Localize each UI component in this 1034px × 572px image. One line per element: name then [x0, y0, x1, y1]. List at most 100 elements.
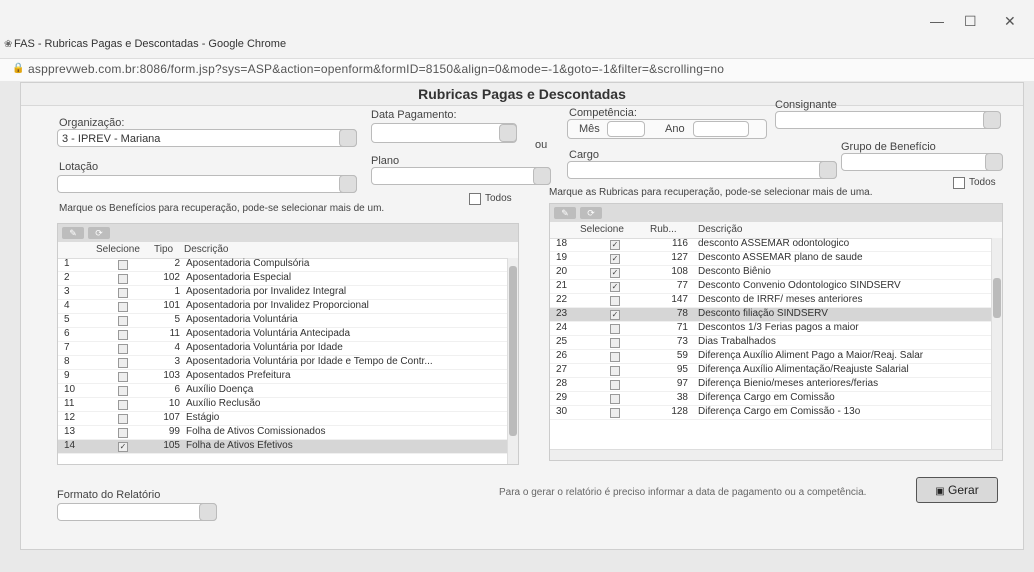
row-checkbox[interactable] [118, 344, 128, 354]
col-rub[interactable]: Rub... [650, 224, 677, 235]
formato-select[interactable] [57, 503, 217, 521]
plano-dropdown-icon[interactable] [533, 167, 551, 185]
todos-rubricas-checkbox[interactable] [953, 177, 965, 189]
row-checkbox[interactable] [610, 408, 620, 418]
table-row[interactable]: 24 71 Descontos 1/3 Ferias pagos a maior [550, 322, 1002, 336]
col-selecione[interactable]: Selecione [580, 224, 624, 235]
grupo-beneficio-select[interactable] [841, 153, 1001, 171]
vertical-scrollbar[interactable] [991, 238, 1002, 450]
row-number: 26 [556, 350, 568, 361]
table-row[interactable]: 10 6 Auxílio Doença [58, 384, 518, 398]
competencia-label: Competência: [569, 107, 637, 119]
plano-select[interactable] [371, 167, 551, 185]
organizacao-dropdown-icon[interactable] [339, 129, 357, 147]
row-checkbox[interactable] [118, 358, 128, 368]
lotacao-select[interactable] [57, 175, 357, 193]
todos-beneficios-checkbox[interactable] [469, 193, 481, 205]
row-code: 11 [169, 328, 180, 339]
lotacao-dropdown-icon[interactable] [339, 175, 357, 193]
table-row[interactable]: 26 59 Diferença Auxílio Aliment Pago a Mai… [550, 350, 1002, 364]
row-checkbox[interactable] [118, 260, 128, 270]
data-pagamento-field[interactable] [371, 123, 517, 143]
table-row[interactable]: 19 ✓ 127 Desconto ASSEMAR plano de saude [550, 252, 1002, 266]
row-checkbox[interactable] [118, 428, 128, 438]
table-row[interactable]: 8 3 Aposentadoria Voluntária por Idade e T… [58, 356, 518, 370]
table-row[interactable]: 22 147 Desconto de IRRF/ meses anteriores [550, 294, 1002, 308]
row-checkbox[interactable]: ✓ [118, 442, 128, 452]
table-row[interactable]: 12 107 Estágio [58, 412, 518, 426]
col-descricao[interactable]: Descrição [698, 224, 742, 235]
table-row[interactable]: 1 2 Aposentadoria Compulsória [58, 258, 518, 272]
refresh-icon[interactable]: ⟳ [88, 227, 110, 239]
col-selecione[interactable]: Selecione [96, 244, 140, 255]
row-checkbox[interactable] [118, 414, 128, 424]
row-checkbox[interactable] [118, 330, 128, 340]
table-row[interactable]: 7 4 Aposentadoria Voluntária por Idade [58, 342, 518, 356]
col-descricao[interactable]: Descrição [184, 244, 228, 255]
row-checkbox[interactable] [118, 316, 128, 326]
row-number: 14 [64, 440, 76, 451]
scroll-thumb[interactable] [509, 266, 517, 436]
table-row[interactable]: 11 10 Auxílio Reclusão [58, 398, 518, 412]
row-description: Aposentadoria por Invalidez Integral [186, 286, 347, 297]
row-checkbox[interactable] [118, 372, 128, 382]
table-row[interactable]: 18 ✓ 116 desconto ASSEMAR odontologico [550, 238, 1002, 252]
url-text[interactable]: aspprevweb.com.br:8086/form.jsp?sys=ASP&… [28, 62, 724, 76]
cargo-select[interactable] [567, 161, 837, 179]
row-checkbox[interactable] [610, 380, 620, 390]
edit-icon[interactable]: ✎ [554, 207, 576, 219]
table-row[interactable]: 3 1 Aposentadoria por Invalidez Integral [58, 286, 518, 300]
horizontal-scrollbar[interactable] [550, 449, 1002, 460]
table-row[interactable]: 25 73 Dias Trabalhados [550, 336, 1002, 350]
consignante-dropdown-icon[interactable] [983, 111, 1001, 129]
cargo-dropdown-icon[interactable] [819, 161, 837, 179]
table-row[interactable]: 29 38 Diferença Cargo em Comissão [550, 392, 1002, 406]
row-checkbox[interactable]: ✓ [610, 282, 620, 292]
gerar-button[interactable]: ▣ Gerar [916, 477, 998, 503]
row-checkbox[interactable]: ✓ [610, 254, 620, 264]
ano-input[interactable] [693, 121, 749, 137]
row-checkbox[interactable] [118, 400, 128, 410]
table-row[interactable]: 23 ✓ 78 Desconto filiação SINDSERV [550, 308, 1002, 322]
consignante-select[interactable] [775, 111, 999, 129]
table-row[interactable]: 2 102 Aposentadoria Especial [58, 272, 518, 286]
row-checkbox[interactable] [610, 352, 620, 362]
organizacao-select[interactable]: 3 - IPREV - Mariana [57, 129, 357, 147]
row-checkbox[interactable] [118, 288, 128, 298]
col-tipo[interactable]: Tipo [154, 244, 173, 255]
maximize-icon[interactable]: ☐ [964, 13, 977, 30]
row-checkbox[interactable] [118, 386, 128, 396]
table-row[interactable]: 20 ✓ 108 Desconto Biênio [550, 266, 1002, 280]
table-row[interactable]: 4 101 Aposentadoria por Invalidez Proporci… [58, 300, 518, 314]
table-row[interactable]: 21 ✓ 77 Desconto Convenio Odontologico SIND… [550, 280, 1002, 294]
scroll-thumb[interactable] [993, 278, 1001, 318]
row-checkbox[interactable]: ✓ [610, 240, 620, 250]
calendar-icon[interactable] [499, 124, 517, 142]
row-checkbox[interactable] [610, 296, 620, 306]
table-row[interactable]: 27 95 Diferença Auxílio Alimentação/Reajus… [550, 364, 1002, 378]
table-row[interactable]: 5 5 Aposentadoria Voluntária [58, 314, 518, 328]
table-row[interactable]: 14 ✓ 105 Folha de Ativos Efetivos [58, 440, 518, 454]
table-row[interactable]: 28 97 Diferença Bienio/meses anteriores/fe… [550, 378, 1002, 392]
row-checkbox[interactable] [610, 366, 620, 376]
row-checkbox[interactable] [118, 302, 128, 312]
vertical-scrollbar[interactable] [507, 258, 518, 464]
table-row[interactable]: 30 128 Diferença Cargo em Comissão - 13o [550, 406, 1002, 420]
mes-input[interactable] [607, 121, 645, 137]
refresh-icon[interactable]: ⟳ [580, 207, 602, 219]
row-description: Aposentadoria Compulsória [186, 258, 310, 269]
table-row[interactable]: 9 103 Aposentados Prefeitura [58, 370, 518, 384]
row-checkbox[interactable] [118, 274, 128, 284]
row-checkbox[interactable] [610, 338, 620, 348]
edit-icon[interactable]: ✎ [62, 227, 84, 239]
table-row[interactable]: 13 99 Folha de Ativos Comissionados [58, 426, 518, 440]
minimize-icon[interactable]: — [930, 13, 944, 29]
formato-dropdown-icon[interactable] [199, 503, 217, 521]
row-checkbox[interactable]: ✓ [610, 310, 620, 320]
grupo-beneficio-dropdown-icon[interactable] [985, 153, 1003, 171]
close-icon[interactable]: ✕ [1004, 13, 1016, 30]
table-row[interactable]: 6 11 Aposentadoria Voluntária Antecipada [58, 328, 518, 342]
row-checkbox[interactable] [610, 394, 620, 404]
row-checkbox[interactable] [610, 324, 620, 334]
row-checkbox[interactable]: ✓ [610, 268, 620, 278]
